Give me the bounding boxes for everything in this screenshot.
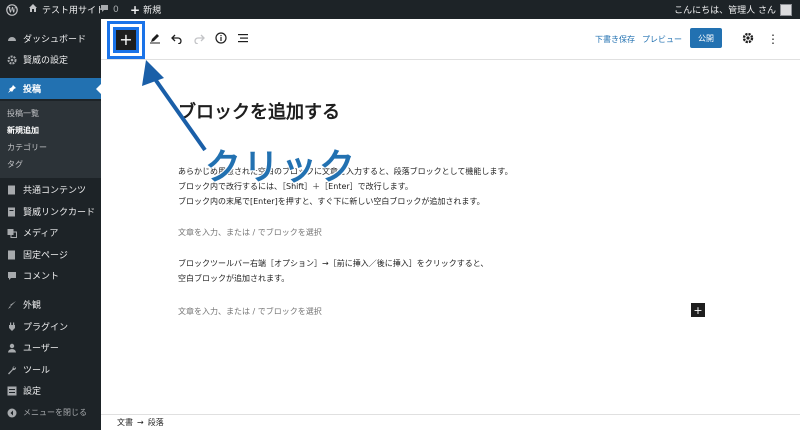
user-icon xyxy=(6,342,17,353)
sidebar-item-label: 共通コンテンツ xyxy=(23,186,87,196)
sidebar-item-label: メディア xyxy=(23,229,59,239)
new-label: 新規 xyxy=(143,6,162,16)
paragraph-block-2[interactable]: ブロックツールバー右端［オプション］→［前に挿入／後に挿入］をクリックすると、 … xyxy=(178,256,488,286)
list-view-icon xyxy=(237,32,249,47)
plus-icon: + xyxy=(119,30,133,49)
sidebar-item-label: プラグイン xyxy=(23,323,69,333)
annotation-label: クリック xyxy=(204,146,358,189)
gear-icon xyxy=(6,54,17,65)
plus-icon: + xyxy=(693,303,703,317)
sidebar-item-label: ツール xyxy=(23,366,51,376)
media-icon xyxy=(6,227,17,238)
sidebar-item-label: 外観 xyxy=(23,301,42,311)
home-icon xyxy=(28,3,38,16)
list-view-button[interactable] xyxy=(235,27,251,51)
plugin-icon xyxy=(6,321,17,332)
admin-bar: W テスト用サイト 0 + 新規 こんにちは、管理人 さん xyxy=(0,0,800,19)
redo-button[interactable] xyxy=(191,27,207,51)
admin-bar-site[interactable]: テスト用サイト xyxy=(28,0,105,19)
info-icon xyxy=(215,31,227,47)
paragraph-line: ブロック内の末尾で[Enter]を押すと、すぐ下に新しい空白ブロックが追加されま… xyxy=(178,197,485,206)
post-title[interactable]: ブロックを追加する xyxy=(178,98,340,124)
sidebar-item-comments[interactable]: コメント xyxy=(0,265,101,286)
sidebar-item-posts[interactable]: 投稿 xyxy=(0,78,101,99)
submenu-categories[interactable]: カテゴリー xyxy=(7,142,47,153)
submenu-tags[interactable]: タグ xyxy=(7,159,23,170)
collapse-icon xyxy=(6,407,17,418)
edit-tools-button[interactable] xyxy=(147,27,163,51)
settings-button[interactable] xyxy=(741,27,755,51)
sidebar-item-users[interactable]: ユーザー xyxy=(0,337,101,358)
page-icon xyxy=(6,249,17,260)
pin-icon xyxy=(6,83,17,94)
breadcrumb-document[interactable]: 文書 xyxy=(117,417,133,428)
submenu-add-new[interactable]: 新規追加 xyxy=(7,125,39,136)
editor-header-toolbar: + 下書き保存 プレビュー 公開 ⋮ xyxy=(101,19,800,60)
add-block-button[interactable]: + xyxy=(113,27,139,53)
sidebar-item-pages[interactable]: 固定ページ xyxy=(0,244,101,265)
paragraph-line: ブロックツールバー右端［オプション］→［前に挿入／後に挿入］をクリックすると、 xyxy=(178,259,489,268)
settings-icon xyxy=(6,385,17,396)
svg-text:W: W xyxy=(7,5,16,14)
plus-icon: + xyxy=(130,2,141,17)
sidebar-item-label: ダッシュボード xyxy=(23,35,87,45)
gear-icon xyxy=(742,32,754,47)
site-name: テスト用サイト xyxy=(42,6,106,16)
inline-add-block-button[interactable]: + xyxy=(691,303,705,317)
brush-icon xyxy=(6,299,17,310)
sidebar-item-dashboard[interactable]: ダッシュボード xyxy=(0,28,101,49)
more-options-button[interactable]: ⋮ xyxy=(767,27,779,51)
publish-button[interactable]: 公開 xyxy=(690,28,722,48)
comment-icon xyxy=(6,270,17,281)
comments-count: 0 xyxy=(113,4,119,15)
admin-bar-account[interactable]: こんにちは、管理人 さん xyxy=(674,0,792,19)
comment-icon xyxy=(100,4,109,16)
submenu-all-posts[interactable]: 投稿一覧 xyxy=(7,108,39,119)
undo-button[interactable] xyxy=(169,27,185,51)
sidebar-item-settings[interactable]: 設定 xyxy=(0,380,101,401)
collapse-menu-label: メニューを閉じる xyxy=(23,408,87,417)
preview-button[interactable]: プレビュー xyxy=(642,27,682,51)
card-icon xyxy=(6,206,17,217)
admin-sidebar: ダッシュボード 賢威の設定 投稿 投稿一覧 新規追加 カテゴリー タグ 共通コン… xyxy=(0,19,101,430)
sidebar-item-link-card[interactable]: 賢威リンクカード xyxy=(0,201,101,222)
redo-icon xyxy=(193,32,205,47)
wordpress-logo-icon[interactable]: W xyxy=(6,0,18,19)
breadcrumb-separator: → xyxy=(137,418,144,427)
admin-bar-comments[interactable]: 0 xyxy=(100,0,119,19)
sidebar-item-kenji-settings[interactable]: 賢威の設定 xyxy=(0,49,101,70)
greeting-text: こんにちは、管理人 さん xyxy=(674,6,776,16)
admin-bar-new[interactable]: + 新規 xyxy=(130,0,161,19)
breadcrumb-paragraph[interactable]: 段落 xyxy=(148,417,164,428)
document-icon xyxy=(6,184,17,195)
block-breadcrumb: 文書 → 段落 xyxy=(101,414,800,430)
posts-submenu: 投稿一覧 新規追加 カテゴリー タグ xyxy=(0,101,101,178)
paragraph-line: 空白ブロックが追加されます。 xyxy=(178,274,290,283)
save-draft-button[interactable]: 下書き保存 xyxy=(595,27,635,51)
sidebar-item-appearance[interactable]: 外観 xyxy=(0,294,101,315)
avatar xyxy=(780,3,792,16)
vertical-ellipsis-icon: ⋮ xyxy=(767,32,779,46)
sidebar-item-common-content[interactable]: 共通コンテンツ xyxy=(0,179,101,200)
sidebar-item-label: 投稿 xyxy=(23,85,42,95)
empty-block-placeholder[interactable]: 文章を入力、または / でブロックを選択 xyxy=(178,227,322,238)
sidebar-item-label: ユーザー xyxy=(23,344,59,354)
sidebar-item-label: 賢威の設定 xyxy=(23,56,69,66)
sidebar-item-label: 設定 xyxy=(23,387,42,397)
sidebar-item-label: コメント xyxy=(23,272,60,282)
sidebar-item-tools[interactable]: ツール xyxy=(0,359,101,380)
sidebar-item-media[interactable]: メディア xyxy=(0,222,101,243)
details-button[interactable] xyxy=(213,27,229,51)
editor-canvas: ブロックを追加する あらかじめ用意された空白のブロックに文章を入力すると、段落ブ… xyxy=(101,60,800,414)
collapse-menu-button[interactable]: メニューを閉じる xyxy=(0,402,101,423)
undo-icon xyxy=(171,32,183,47)
sidebar-item-plugins[interactable]: プラグイン xyxy=(0,316,101,337)
wrench-icon xyxy=(6,364,17,375)
empty-block-placeholder[interactable]: 文章を入力、または / でブロックを選択 xyxy=(178,306,322,317)
sidebar-item-label: 賢威リンクカード xyxy=(23,208,96,218)
pencil-icon xyxy=(149,32,161,47)
dashboard-icon xyxy=(6,33,17,44)
sidebar-item-label: 固定ページ xyxy=(23,251,68,261)
